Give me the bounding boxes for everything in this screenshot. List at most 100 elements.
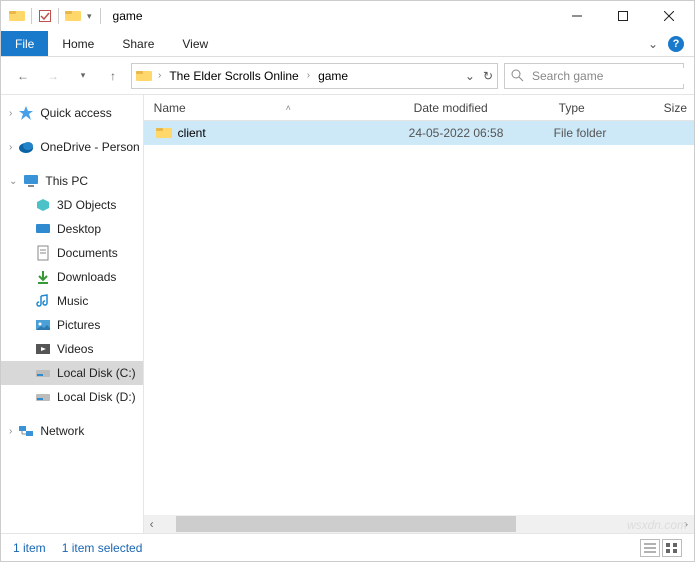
separator — [31, 8, 32, 24]
status-selected-count: 1 item selected — [62, 541, 143, 555]
forward-button[interactable]: → — [41, 64, 65, 88]
desktop-icon — [35, 221, 51, 237]
address-bar[interactable]: › The Elder Scrolls Online › game ⌄ ↻ — [131, 63, 498, 89]
sidebar-pictures[interactable]: Pictures — [1, 313, 143, 337]
sidebar-downloads[interactable]: Downloads — [1, 265, 143, 289]
onedrive-icon — [18, 139, 34, 155]
3d-objects-icon — [35, 197, 51, 213]
chevron-right-icon[interactable]: › — [9, 426, 12, 437]
icons-view-button[interactable] — [662, 539, 682, 557]
sidebar-local-disk-c[interactable]: Local Disk (C:) — [1, 361, 143, 385]
sidebar-label: Downloads — [57, 270, 116, 284]
sidebar-label: This PC — [45, 174, 88, 188]
column-name[interactable]: Name ˄ — [144, 101, 404, 115]
breadcrumb-segment[interactable]: game — [316, 69, 350, 83]
close-button[interactable] — [646, 1, 692, 31]
chevron-right-icon[interactable]: › — [305, 70, 312, 81]
folder-icon — [9, 8, 25, 24]
sidebar-label: Local Disk (D:) — [57, 390, 136, 404]
column-date[interactable]: Date modified — [404, 101, 549, 115]
videos-icon — [35, 341, 51, 357]
file-tab[interactable]: File — [1, 31, 48, 56]
sidebar-label: Pictures — [57, 318, 100, 332]
pictures-icon — [35, 317, 51, 333]
sidebar-label: Music — [57, 294, 88, 308]
qat-checkbox-icon[interactable] — [38, 9, 52, 23]
column-name-label: Name — [154, 101, 186, 115]
help-icon[interactable]: ? — [668, 36, 684, 52]
column-type[interactable]: Type — [549, 101, 654, 115]
separator — [58, 8, 59, 24]
scroll-left-icon[interactable]: ‹ — [144, 516, 160, 532]
sidebar-this-pc[interactable]: ⌄ This PC — [1, 169, 143, 193]
sidebar-quick-access[interactable]: › Quick access — [1, 101, 143, 125]
chevron-right-icon[interactable]: › — [156, 70, 163, 81]
tab-share[interactable]: Share — [108, 31, 168, 56]
window-controls — [554, 1, 692, 31]
body: › Quick access › OneDrive - Personal ⌄ T… — [1, 95, 694, 533]
search-input[interactable] — [530, 68, 689, 84]
sidebar-3d-objects[interactable]: 3D Objects — [1, 193, 143, 217]
column-size[interactable]: Size — [654, 101, 694, 115]
breadcrumb-segment[interactable]: The Elder Scrolls Online — [167, 69, 300, 83]
sidebar-label: Network — [40, 424, 84, 438]
file-list: client 24-05-2022 06:58 File folder — [144, 121, 694, 515]
sidebar-network[interactable]: › Network — [1, 419, 143, 443]
minimize-button[interactable] — [554, 1, 600, 31]
sidebar-desktop[interactable]: Desktop — [1, 217, 143, 241]
up-button[interactable]: ↑ — [101, 64, 125, 88]
file-row[interactable]: client 24-05-2022 06:58 File folder — [144, 121, 694, 145]
file-type: File folder — [546, 126, 651, 140]
horizontal-scrollbar[interactable]: ‹ › — [144, 515, 694, 533]
chevron-right-icon[interactable]: › — [9, 142, 12, 153]
ribbon: File Home Share View ⌄ ? — [1, 31, 694, 57]
sidebar-label: Documents — [57, 246, 118, 260]
tab-view[interactable]: View — [168, 31, 222, 56]
sidebar-videos[interactable]: Videos — [1, 337, 143, 361]
disk-icon — [35, 365, 51, 381]
separator — [100, 8, 101, 24]
sidebar-label: Videos — [57, 342, 93, 356]
tab-home[interactable]: Home — [48, 31, 108, 56]
scroll-right-icon[interactable]: › — [678, 516, 694, 532]
back-button[interactable]: ← — [11, 64, 35, 88]
details-view-button[interactable] — [640, 539, 660, 557]
chevron-right-icon[interactable]: › — [9, 108, 12, 119]
sidebar-label: Quick access — [40, 106, 111, 120]
downloads-icon — [35, 269, 51, 285]
status-bar: 1 item 1 item selected — [1, 533, 694, 561]
chevron-down-icon[interactable]: ⌄ — [9, 176, 17, 187]
sidebar-label: Local Disk (C:) — [57, 366, 136, 380]
music-icon — [35, 293, 51, 309]
network-icon — [18, 423, 34, 439]
sidebar-local-disk-d[interactable]: Local Disk (D:) — [1, 385, 143, 409]
sidebar-music[interactable]: Music — [1, 289, 143, 313]
search-box[interactable] — [504, 63, 684, 89]
folder-icon — [136, 68, 152, 84]
status-item-count: 1 item — [13, 541, 46, 555]
documents-icon — [35, 245, 51, 261]
maximize-button[interactable] — [600, 1, 646, 31]
pc-icon — [23, 173, 39, 189]
sort-indicator-icon: ˄ — [286, 103, 291, 113]
navbar: ← → ▾ ↑ › The Elder Scrolls Online › gam… — [1, 57, 694, 95]
refresh-icon[interactable]: ↻ — [483, 69, 493, 83]
disk-icon — [35, 389, 51, 405]
sidebar-label: 3D Objects — [57, 198, 116, 212]
address-dropdown-icon[interactable]: ⌄ — [465, 69, 475, 83]
ribbon-collapse-icon[interactable]: ⌄ — [648, 37, 658, 51]
scroll-thumb[interactable] — [176, 516, 516, 532]
folder-icon-small — [65, 8, 81, 24]
sidebar-documents[interactable]: Documents — [1, 241, 143, 265]
titlebar: ▾ game — [1, 1, 694, 31]
quick-access-icon — [18, 105, 34, 121]
column-headers: Name ˄ Date modified Type Size — [144, 95, 694, 121]
qat-dropdown-icon[interactable]: ▾ — [85, 11, 94, 22]
sidebar: › Quick access › OneDrive - Personal ⌄ T… — [1, 95, 144, 533]
view-switcher — [640, 539, 682, 557]
recent-dropdown-icon[interactable]: ▾ — [71, 64, 95, 88]
search-icon — [511, 69, 524, 82]
scroll-track[interactable] — [176, 516, 662, 532]
sidebar-onedrive[interactable]: › OneDrive - Personal — [1, 135, 143, 159]
sidebar-label: Desktop — [57, 222, 101, 236]
